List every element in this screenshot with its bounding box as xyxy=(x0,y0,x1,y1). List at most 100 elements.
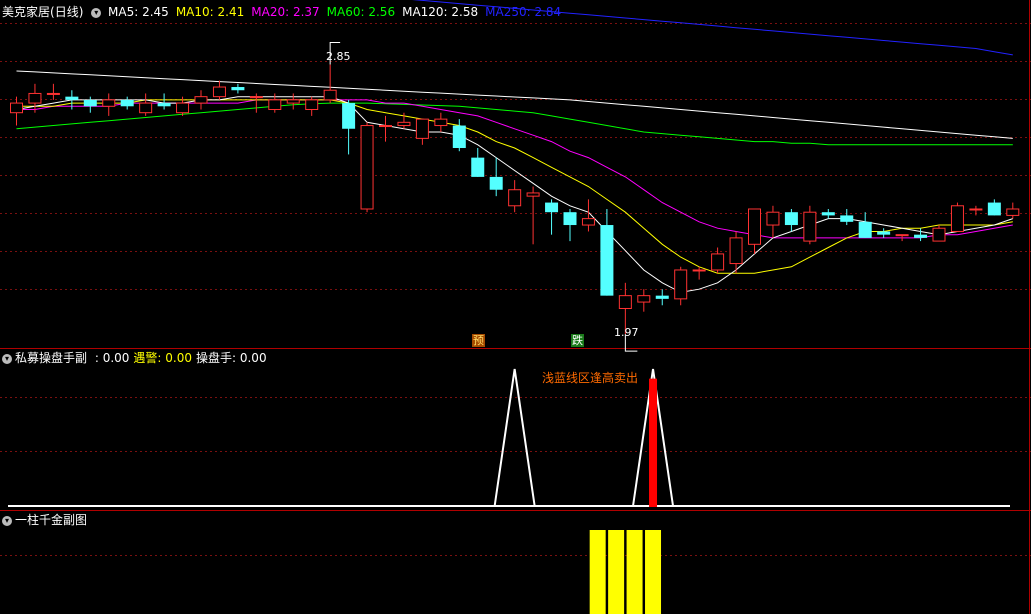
ma-legend-item: MA60: 2.56 xyxy=(326,5,396,19)
candle xyxy=(157,93,171,110)
candle-body xyxy=(471,157,485,177)
candle-body xyxy=(674,269,688,300)
candle-body xyxy=(397,121,411,127)
stock-name: 美克家居 xyxy=(2,5,51,19)
pre-warning-tag: 预 xyxy=(472,334,485,347)
collapse-icon[interactable]: ▾ xyxy=(91,7,102,18)
ma-legend-item: MA20: 2.37 xyxy=(251,5,320,19)
signal-red-bar xyxy=(649,378,658,507)
candle-body xyxy=(249,96,263,99)
candle xyxy=(323,64,337,104)
candle xyxy=(914,228,928,242)
candle-body xyxy=(194,96,208,104)
candle-body xyxy=(895,234,909,237)
candle-body xyxy=(139,102,153,114)
candle xyxy=(286,93,300,110)
main-header: 美克家居(日线) ▾ MA5: 2.45 MA10: 2.41 MA20: 2.37… xyxy=(2,5,568,19)
candle-body xyxy=(268,99,282,110)
candle xyxy=(655,289,669,306)
candle-body xyxy=(176,102,190,114)
candle xyxy=(471,148,485,177)
candle-body xyxy=(46,92,60,95)
candle xyxy=(581,199,595,232)
candle xyxy=(563,208,577,242)
candle-body xyxy=(342,103,356,129)
candle-body xyxy=(65,96,79,100)
signal-spike xyxy=(493,368,536,507)
candle xyxy=(784,208,798,232)
candle xyxy=(840,208,854,226)
candle-body xyxy=(932,227,946,242)
candle-body xyxy=(766,211,780,226)
candle xyxy=(877,228,891,238)
candle-body xyxy=(969,208,983,211)
low-price-label: 1.97 xyxy=(614,326,639,339)
candle xyxy=(489,157,503,197)
candle-body xyxy=(212,86,226,98)
candle-body xyxy=(987,202,1001,216)
candle xyxy=(766,205,780,238)
high-price-label: 2.85 xyxy=(326,50,351,63)
candle-body xyxy=(508,189,522,207)
candle-body xyxy=(840,215,854,222)
candle xyxy=(858,212,872,238)
candle-body xyxy=(286,99,300,104)
candle xyxy=(415,118,429,145)
yellow-column xyxy=(589,530,606,614)
candle xyxy=(821,208,835,219)
ma20-line xyxy=(16,99,1013,239)
candle-body xyxy=(545,202,559,213)
candle-body xyxy=(877,231,891,235)
sub1-legend-item: 遇警: 0.00 xyxy=(133,351,192,365)
candle xyxy=(932,225,946,242)
candle xyxy=(545,199,559,235)
candle xyxy=(434,112,448,132)
candle-body xyxy=(729,237,743,265)
candle xyxy=(46,83,60,100)
candle xyxy=(803,205,817,245)
sub2-name: 一柱千金副图 xyxy=(15,513,88,527)
candle-body xyxy=(10,102,23,114)
candle-body xyxy=(1006,208,1020,216)
candle-body xyxy=(655,295,669,299)
candle-body xyxy=(415,118,429,139)
candle xyxy=(748,208,761,254)
candle-body xyxy=(563,212,577,226)
candle xyxy=(674,266,688,306)
period-label: (日线) xyxy=(50,5,84,19)
collapse-icon[interactable]: ▾ xyxy=(2,353,12,364)
candle-body xyxy=(618,295,632,309)
sub1-legend: : 0.00 遇警: 0.00 操盘手: 0.00 xyxy=(91,351,267,365)
candle-body xyxy=(748,208,761,245)
sub1-legend-item: : 0.00 xyxy=(94,351,130,365)
sub1-legend-item: 操盘手: 0.00 xyxy=(196,351,267,365)
ma-legend-item: MA10: 2.41 xyxy=(175,5,245,19)
candle-body xyxy=(360,125,374,210)
collapse-icon[interactable]: ▾ xyxy=(2,515,12,526)
candle xyxy=(194,90,208,110)
ma-legend-item: MA120: 2.58 xyxy=(402,5,479,19)
candle-body xyxy=(157,103,171,107)
ma-legend-item: MA250: 2.84 xyxy=(485,5,562,19)
yellow-column xyxy=(626,530,643,614)
candle xyxy=(305,96,319,116)
candle xyxy=(508,180,522,213)
candle-body xyxy=(821,212,835,216)
candle xyxy=(139,93,153,116)
candle xyxy=(950,202,964,232)
candle-body xyxy=(950,205,964,232)
candle xyxy=(212,80,226,100)
candle-body xyxy=(489,176,503,190)
candle-body xyxy=(581,218,595,226)
candle-body xyxy=(526,192,540,197)
candle-body xyxy=(323,89,337,101)
candle-body xyxy=(784,212,798,226)
candle-body xyxy=(102,99,116,107)
candle-body xyxy=(711,253,725,271)
yellow-column xyxy=(608,530,625,614)
candle xyxy=(452,119,466,152)
candle-body xyxy=(120,99,134,107)
candle xyxy=(987,199,1001,216)
candle-body xyxy=(452,125,466,149)
candle-body xyxy=(305,99,319,110)
